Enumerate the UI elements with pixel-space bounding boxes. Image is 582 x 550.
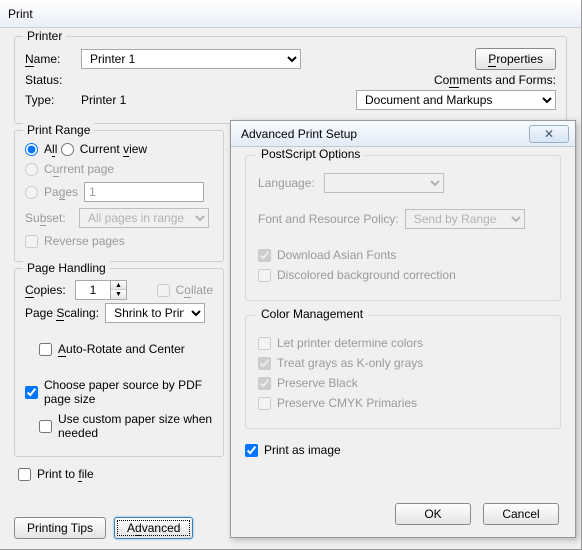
preserve-cmyk-label: Preserve CMYK Primaries <box>277 396 417 410</box>
custompaper-label: Use custom paper size when needed <box>58 412 213 440</box>
cancel-button[interactable]: Cancel <box>483 503 559 525</box>
radio-currentview-label: Current view <box>80 142 147 156</box>
postscript-group-title: PostScript Options <box>256 147 365 161</box>
printer-group: Printer Name: Printer 1 Properties Statu… <box>14 36 567 124</box>
print-to-file-checkbox[interactable] <box>18 468 31 481</box>
autorotate-label: Auto-Rotate and Center <box>58 342 185 356</box>
policy-label: Font and Resource Policy: <box>258 212 399 226</box>
let-printer-label: Let printer determine colors <box>277 336 423 350</box>
copies-spinner[interactable]: ▲▼ <box>75 280 127 300</box>
color-group-title: Color Management <box>256 307 368 321</box>
advanced-title: Advanced Print Setup <box>241 127 357 141</box>
preserve-black-checkbox <box>258 377 271 390</box>
advanced-titlebar: Advanced Print Setup ✕ <box>231 121 575 147</box>
papersource-checkbox[interactable] <box>25 386 38 399</box>
page-handling-title: Page Handling <box>23 261 110 275</box>
page-scaling-label: Page Scaling: <box>25 306 99 320</box>
reverse-pages-checkbox <box>25 235 38 248</box>
print-titlebar: Print <box>0 0 581 28</box>
type-label: Type: <box>25 93 75 107</box>
copies-input[interactable] <box>76 281 110 299</box>
printer-name-select[interactable]: Printer 1 <box>81 49 301 69</box>
radio-all-label: All <box>44 142 57 156</box>
printer-group-title: Printer <box>23 29 66 43</box>
radio-currentpage-label: Current page <box>44 162 114 176</box>
name-label: Name: <box>25 52 75 66</box>
printing-tips-button[interactable]: Printing Tips <box>14 517 106 539</box>
print-title: Print <box>8 7 33 21</box>
print-as-image-label: Print as image <box>264 443 341 457</box>
comments-forms-select[interactable]: Document and Markups <box>356 90 556 110</box>
policy-select: Send by Range <box>405 209 525 229</box>
page-scaling-select[interactable]: Shrink to Printable Area <box>105 303 205 323</box>
color-management-group: Color Management Let printer determine c… <box>245 315 561 429</box>
treat-grays-label: Treat grays as K-only grays <box>277 356 423 370</box>
print-as-image-checkbox[interactable] <box>245 444 258 457</box>
page-handling-group: Page Handling Copies: ▲▼ Collate Page Sc… <box>14 268 224 457</box>
radio-pages-label: Pages <box>44 185 78 199</box>
collate-checkbox <box>157 284 170 297</box>
close-button[interactable]: ✕ <box>529 125 569 143</box>
print-range-group: Print Range All Current view Current pag… <box>14 130 224 262</box>
subset-select: All pages in range <box>79 208 209 228</box>
spinner-down-icon[interactable]: ▼ <box>111 290 126 299</box>
close-icon: ✕ <box>544 127 554 141</box>
comments-label: Comments and Forms: <box>434 73 556 87</box>
subset-label: Subset: <box>25 211 73 225</box>
type-value: Printer 1 <box>81 93 126 107</box>
collate-label: Collate <box>176 283 213 297</box>
let-printer-checkbox <box>258 337 271 350</box>
status-label: Status: <box>25 73 75 87</box>
print-to-file-label: Print to file <box>37 467 94 481</box>
papersource-label: Choose paper source by PDF page size <box>44 378 213 406</box>
postscript-options-group: PostScript Options Language: Font and Re… <box>245 155 561 301</box>
discolored-bg-checkbox <box>258 269 271 282</box>
reverse-pages-label: Reverse pages <box>44 234 125 248</box>
language-select <box>324 173 444 193</box>
autorotate-checkbox[interactable] <box>39 343 52 356</box>
ok-button[interactable]: OK <box>395 503 471 525</box>
download-asian-checkbox <box>258 249 271 262</box>
radio-current-page <box>25 163 38 176</box>
custompaper-checkbox[interactable] <box>39 420 52 433</box>
pages-input <box>84 182 204 202</box>
preserve-cmyk-checkbox <box>258 397 271 410</box>
radio-pages <box>25 186 38 199</box>
copies-label: Copies: <box>25 283 69 297</box>
radio-current-view[interactable] <box>61 143 74 156</box>
language-label: Language: <box>258 176 318 190</box>
spinner-up-icon[interactable]: ▲ <box>111 281 126 290</box>
treat-grays-checkbox <box>258 357 271 370</box>
properties-button[interactable]: Properties <box>475 48 556 70</box>
advanced-print-setup-dialog: Advanced Print Setup ✕ PostScript Option… <box>230 120 576 538</box>
radio-all[interactable] <box>25 143 38 156</box>
advanced-button[interactable]: Advanced <box>114 517 193 539</box>
print-range-title: Print Range <box>23 123 94 137</box>
discolored-bg-label: Discolored background correction <box>277 268 456 282</box>
download-asian-label: Download Asian Fonts <box>277 248 396 262</box>
preserve-black-label: Preserve Black <box>277 376 358 390</box>
